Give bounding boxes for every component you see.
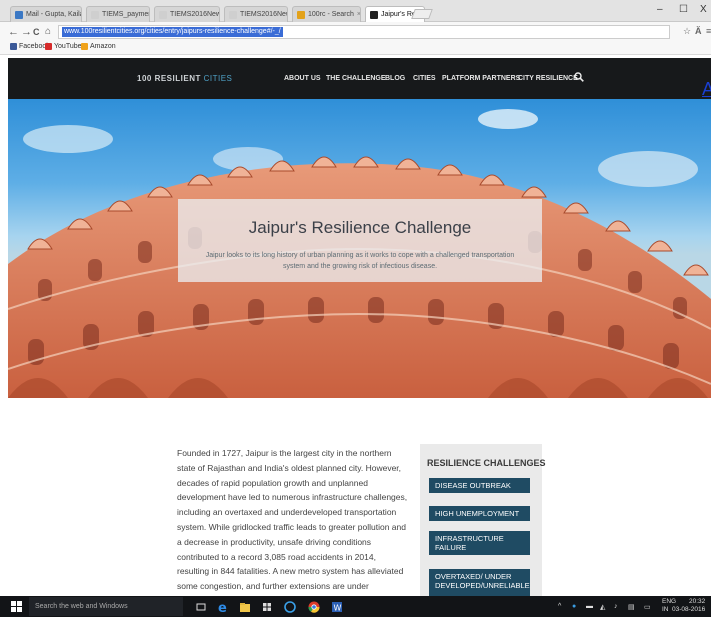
tab-favicon-icon: [229, 10, 237, 19]
task-view-icon[interactable]: [195, 600, 207, 612]
home-icon[interactable]: ⌂: [45, 26, 51, 37]
svg-text:W: W: [334, 604, 342, 613]
store-icon[interactable]: [261, 600, 273, 612]
tab-favicon-icon: [297, 10, 305, 19]
chrome-icon[interactable]: [308, 600, 320, 613]
taskbar-search[interactable]: Search the web and Windows: [29, 597, 183, 616]
browser-tab[interactable]: TIEMS2016Newslet×: [224, 6, 288, 22]
bookmark-item[interactable]: YouTube: [45, 43, 82, 50]
nav-item[interactable]: PLATFORM PARTNERS: [442, 75, 520, 82]
bookmark-item[interactable]: Amazon: [81, 43, 116, 50]
nav-item[interactable]: CITY RESILIENCE: [518, 75, 578, 82]
external-link[interactable]: A: [702, 79, 711, 100]
extension-icon[interactable]: Ä: [695, 26, 702, 36]
nav-item[interactable]: CITIES: [413, 75, 436, 82]
challenge-tag[interactable]: OVERTAXED/ UNDER DEVELOPED/UNRELIABLE: [429, 569, 530, 596]
tab-label: TIEMS2016Newslet: [170, 11, 220, 18]
hero-title: Jaipur's Resilience Challenge: [248, 218, 472, 237]
star-icon[interactable]: ☆: [683, 26, 691, 37]
bookmark-favicon-icon: [45, 43, 52, 50]
new-tab-button[interactable]: [411, 9, 433, 19]
taskbar-clock[interactable]: 20:32 03-08-2016: [672, 598, 705, 614]
nav-item[interactable]: BLOG: [385, 75, 405, 82]
challenge-tag[interactable]: HIGH UNEMPLOYMENT: [429, 506, 530, 521]
tab-favicon-icon: [91, 10, 99, 19]
site-logo[interactable]: 100 RESILIENT CITIES: [137, 74, 232, 83]
bookmark-favicon-icon: [81, 43, 88, 50]
tab-label: TIEMS_payment rec: [102, 11, 150, 18]
keyboard-icon[interactable]: ▭: [644, 603, 651, 611]
reload-icon[interactable]: C: [33, 27, 40, 37]
tray-app-icon[interactable]: ●: [572, 603, 576, 610]
challenge-tag[interactable]: INFRASTRUCTURE FAILURE: [429, 531, 530, 555]
tab-close-icon[interactable]: ×: [357, 11, 360, 18]
sidebar-title: RESILIENCE CHALLENGES: [427, 458, 546, 468]
browser-tab[interactable]: 100rc - Search ×: [292, 6, 361, 22]
clock-date: 03-08-2016: [672, 606, 706, 613]
ie-icon[interactable]: [284, 600, 296, 613]
forward-icon[interactable]: →: [21, 26, 32, 38]
svg-text:e: e: [218, 601, 227, 613]
tab-label: TIEMS2016Newslet: [240, 11, 287, 18]
volume-icon[interactable]: ♪: [614, 603, 618, 610]
nav-item[interactable]: THE CHALLENGE: [326, 75, 386, 82]
minimize-button[interactable]: –: [657, 4, 663, 15]
edge-icon[interactable]: e: [217, 600, 229, 616]
bookmark-item[interactable]: Facebook: [10, 43, 50, 50]
address-bar-url[interactable]: www.100resilientcities.org/cities/entry/…: [62, 27, 283, 37]
tray-expand-icon[interactable]: ^: [558, 603, 561, 610]
tab-label: Mail - Gupta, Kailas: [26, 11, 82, 18]
tab-favicon-icon: [15, 10, 23, 19]
windows-start-icon[interactable]: [11, 601, 22, 612]
tab-favicon-icon: [370, 10, 378, 19]
article-body: Founded in 1727, Jaipur is the largest c…: [177, 448, 408, 606]
clock-time: 20:32: [688, 598, 706, 605]
maximize-button[interactable]: ☐: [679, 4, 688, 15]
close-window-button[interactable]: X: [700, 4, 707, 15]
notification-icon[interactable]: ▤: [628, 603, 635, 611]
challenge-tag[interactable]: DISEASE OUTBREAK: [429, 478, 530, 493]
network-icon[interactable]: ▬: [586, 603, 593, 610]
browser-tab[interactable]: Mail - Gupta, Kailas×: [10, 6, 82, 22]
browser-tab[interactable]: TIEMS2016Newslet×: [154, 6, 220, 22]
file-explorer-icon[interactable]: [239, 600, 251, 612]
bookmark-label: Amazon: [90, 43, 116, 50]
bookmark-label: YouTube: [54, 43, 82, 50]
wifi-icon[interactable]: ◭: [600, 603, 605, 611]
back-icon[interactable]: ←: [8, 26, 19, 38]
logo-accent: CITIES: [203, 74, 233, 83]
word-icon[interactable]: W: [331, 600, 343, 613]
browser-tab[interactable]: TIEMS_payment rec×: [86, 6, 150, 22]
search-icon[interactable]: [574, 72, 584, 82]
logo-main: 100 RESILIENT: [137, 74, 201, 83]
menu-icon[interactable]: ≡: [706, 26, 711, 36]
bookmark-favicon-icon: [10, 43, 17, 50]
hero-description: Jaipur looks to its long history of urba…: [205, 252, 515, 270]
tab-label: 100rc - Search: [308, 11, 354, 18]
nav-item[interactable]: ABOUT US: [284, 75, 321, 82]
tab-favicon-icon: [159, 10, 167, 19]
